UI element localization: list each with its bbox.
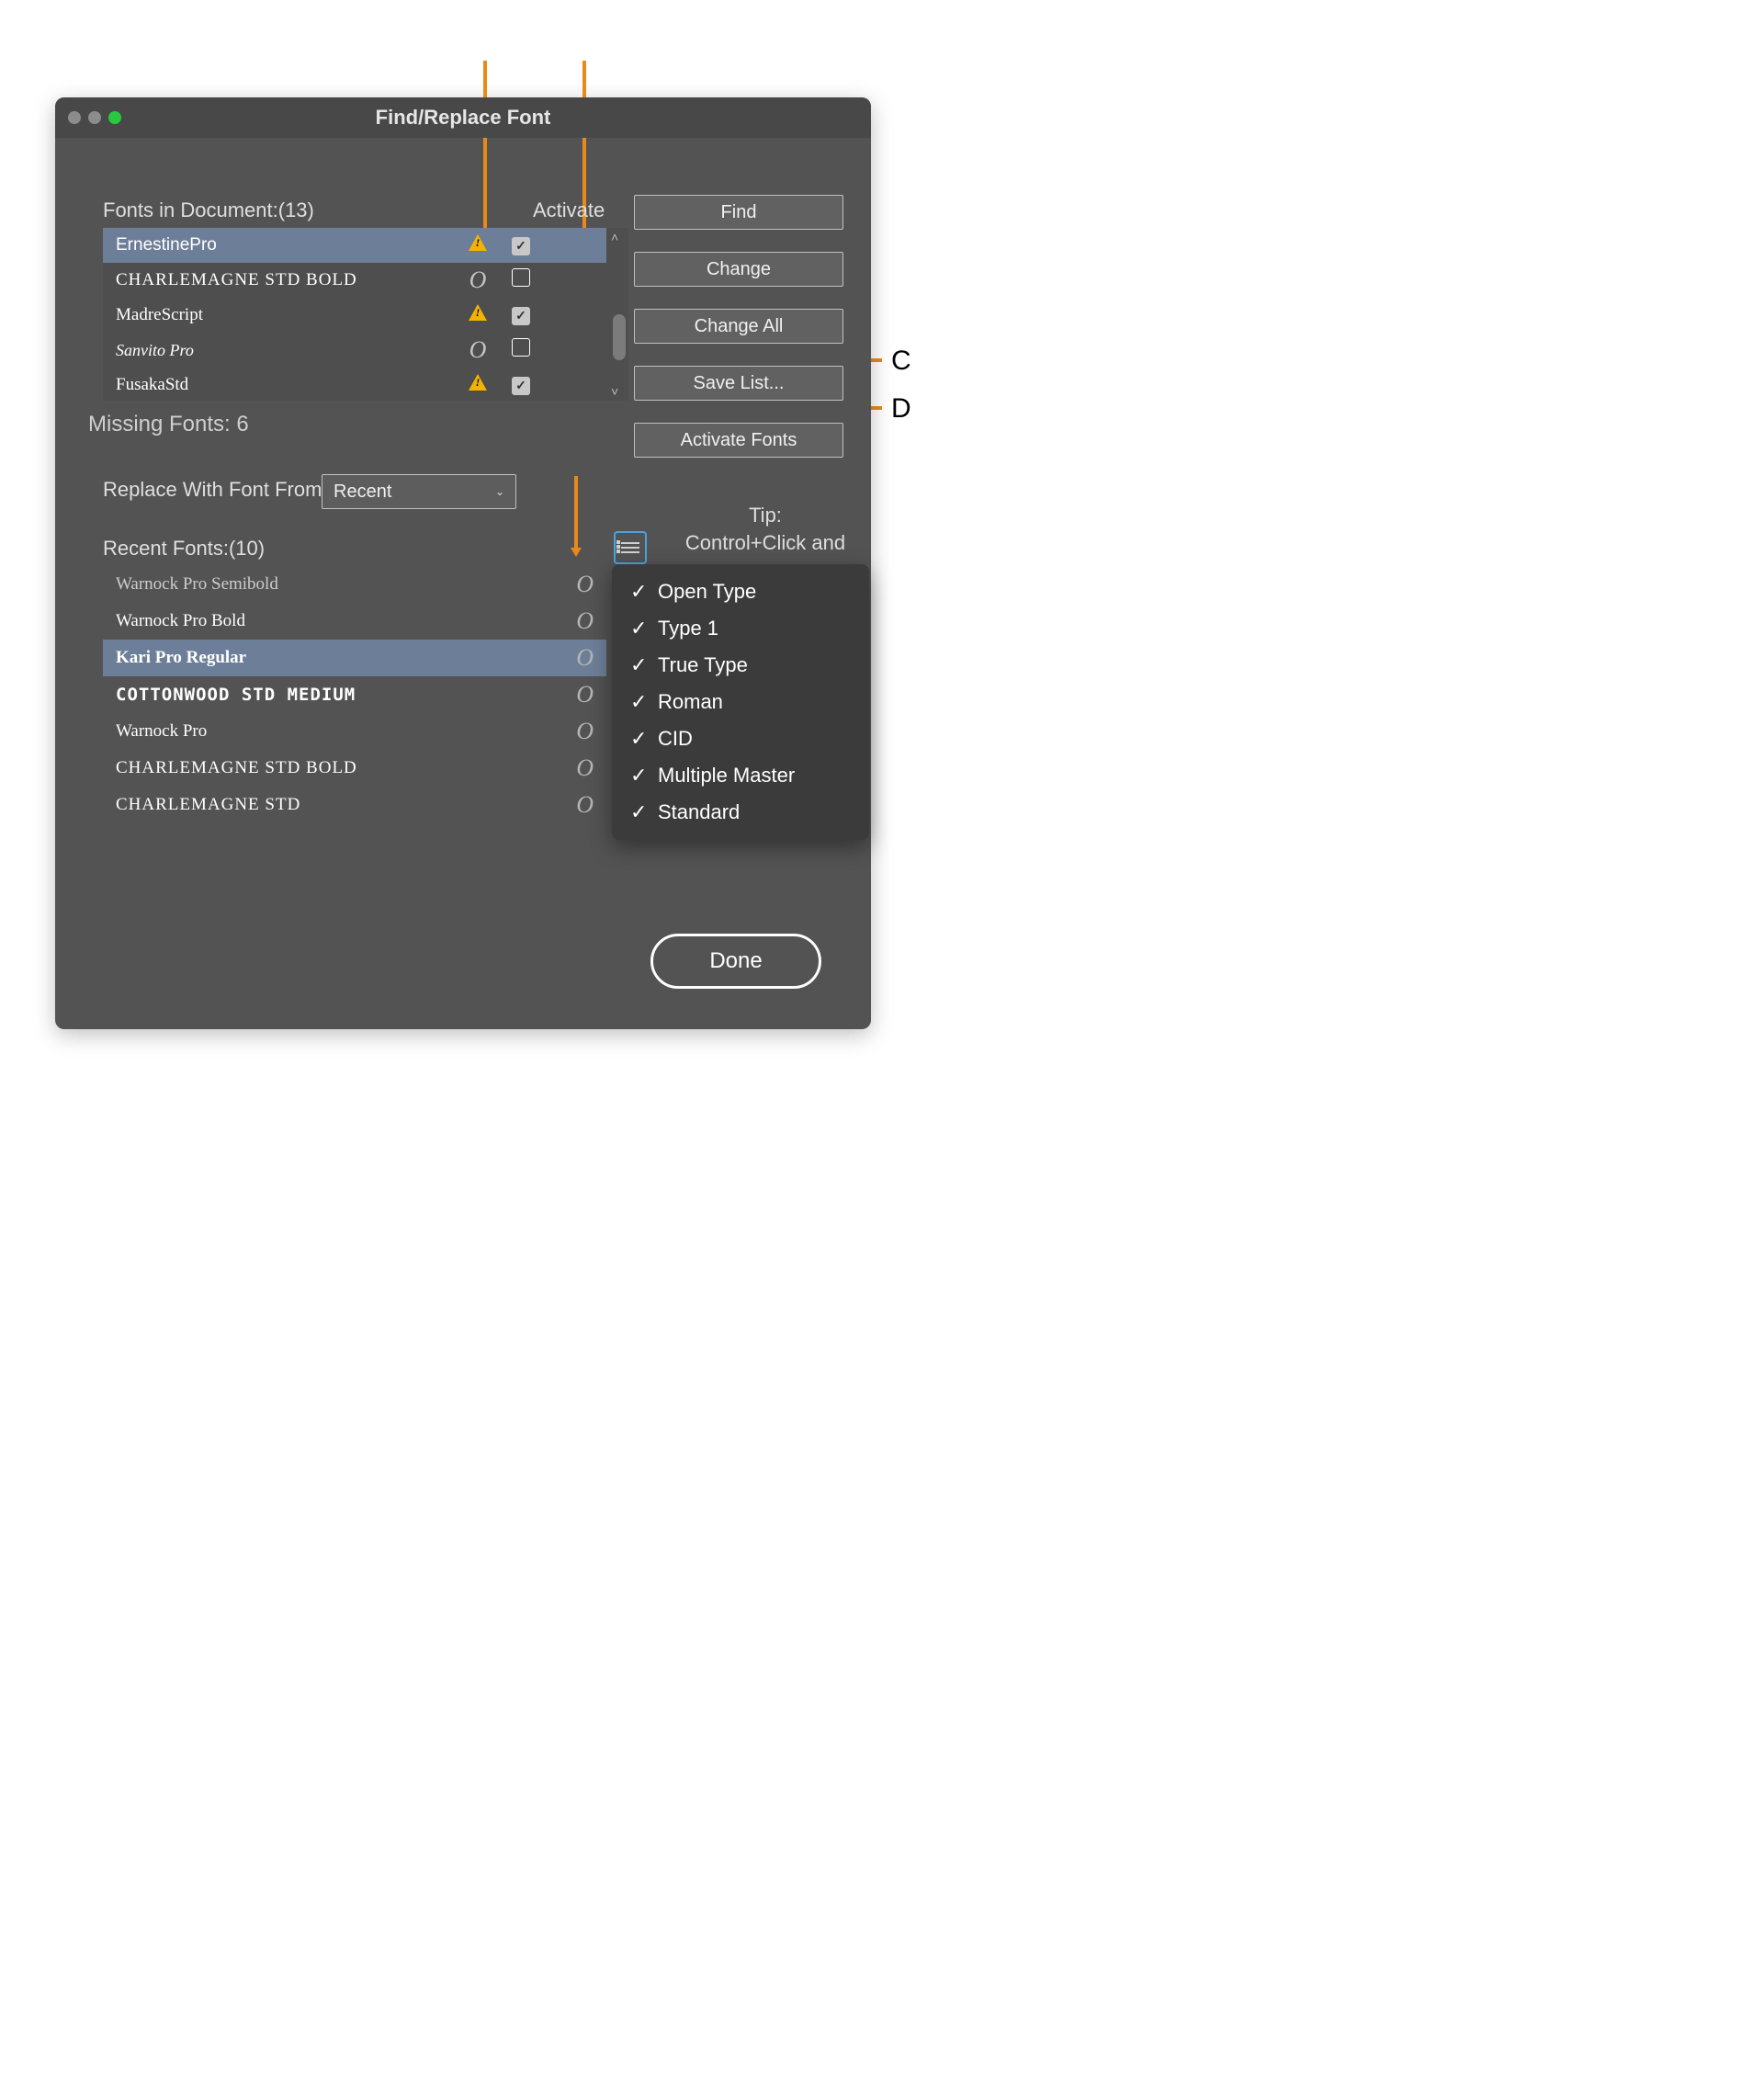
font-type-icon — [458, 301, 498, 329]
select-value: Recent — [334, 482, 391, 503]
filter-menu-label: CID — [658, 727, 693, 751]
activate-checkbox[interactable] — [512, 307, 530, 325]
filter-menu-item[interactable]: ✓ Standard — [612, 794, 869, 831]
check-icon: ✓ — [630, 800, 647, 824]
activate-fonts-button[interactable]: Activate Fonts — [634, 423, 843, 458]
filter-menu-item[interactable]: ✓ Type 1 — [612, 610, 869, 647]
check-icon: ✓ — [630, 653, 647, 677]
font-row[interactable]: Sanvito ProO — [103, 333, 628, 368]
font-row[interactable]: MadreScript — [103, 298, 628, 333]
font-type-icon — [458, 232, 498, 259]
filter-list-icon[interactable] — [614, 531, 647, 564]
check-icon: ✓ — [630, 617, 647, 640]
warning-icon — [469, 374, 487, 392]
font-name: CHARLEMAGNE STD — [116, 795, 576, 815]
filter-menu-item[interactable]: ✓ Roman — [612, 684, 869, 720]
recent-font-row[interactable]: Warnock Pro BoldO — [103, 603, 606, 640]
font-type-icon: O — [458, 336, 498, 364]
recent-fonts-list[interactable]: Warnock Pro SemiboldOWarnock Pro BoldOKa… — [103, 566, 606, 823]
filter-menu-label: Roman — [658, 690, 723, 714]
callout-line-a — [483, 61, 487, 244]
callout-line-d-v — [574, 476, 578, 550]
minimize-window-icon[interactable] — [88, 111, 101, 124]
activate-checkbox[interactable] — [512, 268, 530, 287]
change-button[interactable]: Change — [634, 252, 843, 287]
window-title: Find/Replace Font — [55, 106, 871, 130]
recent-font-row[interactable]: Warnock ProO — [103, 713, 606, 750]
recent-font-row[interactable]: CHARLEMAGNE STD BOLDO — [103, 750, 606, 787]
filter-menu-item[interactable]: ✓ Open Type — [612, 573, 869, 610]
scroll-up-icon[interactable]: ˄ — [611, 230, 618, 244]
font-type-icon: O — [576, 607, 594, 635]
scroll-thumb[interactable] — [613, 314, 626, 360]
font-name: COTTONWOOD STD MEDIUM — [116, 685, 576, 705]
font-row[interactable]: CHARLEMAGNE STD BOLDO — [103, 263, 628, 298]
tip-text: Tip: Control+Click and — [658, 502, 873, 556]
font-name: ErnestinePro — [116, 235, 458, 255]
warning-icon — [469, 304, 487, 323]
font-type-icon: O — [576, 571, 594, 598]
check-icon: ✓ — [630, 764, 647, 788]
font-name: Warnock Pro Bold — [116, 611, 576, 631]
filter-menu-label: Standard — [658, 800, 740, 824]
replace-with-label: Replace With Font From: — [103, 478, 328, 502]
filter-menu-label: Open Type — [658, 580, 756, 604]
check-icon: ✓ — [630, 690, 647, 714]
font-type-icon — [458, 371, 498, 399]
font-type-icon: O — [576, 718, 594, 745]
title-bar: Find/Replace Font — [55, 97, 871, 138]
warning-icon — [469, 234, 487, 253]
activate-checkbox[interactable] — [512, 338, 530, 357]
scrollbar[interactable]: ˄˅ — [606, 228, 628, 401]
scroll-down-icon[interactable]: ˅ — [611, 384, 618, 399]
recent-font-row[interactable]: Kari Pro RegularO — [103, 640, 606, 676]
font-name: MadreScript — [116, 305, 458, 325]
activate-checkbox[interactable] — [512, 377, 530, 395]
filter-menu-item[interactable]: ✓ Multiple Master — [612, 757, 869, 794]
recent-font-row[interactable]: Warnock Pro SemiboldO — [103, 566, 606, 603]
font-name: Kari Pro Regular — [116, 648, 576, 668]
font-type-filter-menu[interactable]: ✓ Open Type ✓ Type 1 ✓ True Type ✓ Roman ✓ CID ✓ Mu… — [612, 564, 869, 840]
filter-menu-item[interactable]: ✓ True Type — [612, 647, 869, 684]
recent-fonts-label: Recent Fonts:(10) — [103, 537, 265, 561]
missing-fonts-label: Missing Fonts: 6 — [88, 412, 249, 437]
check-icon: ✓ — [630, 580, 647, 604]
find-button[interactable]: Find — [634, 195, 843, 230]
save-list-button[interactable]: Save List... — [634, 366, 843, 401]
filter-menu-item[interactable]: ✓ CID — [612, 720, 869, 757]
font-type-icon: O — [576, 754, 594, 782]
filter-menu-label: Multiple Master — [658, 764, 795, 788]
font-name: CHARLEMAGNE STD BOLD — [116, 758, 576, 778]
callout-label-c: C — [891, 346, 911, 377]
change-all-button[interactable]: Change All — [634, 309, 843, 344]
replace-source-select[interactable]: Recent ⌄ — [322, 474, 516, 509]
fonts-in-document-label: Fonts in Document:(13) — [103, 198, 314, 222]
font-name: Sanvito Pro — [116, 341, 458, 360]
callout-label-d: D — [891, 393, 911, 425]
font-name: Warnock Pro Semibold — [116, 574, 576, 595]
activate-column-label: Activate — [533, 198, 605, 222]
close-window-icon[interactable] — [68, 111, 81, 124]
activate-checkbox[interactable] — [512, 237, 530, 255]
chevron-down-icon: ⌄ — [495, 485, 504, 498]
maximize-window-icon[interactable] — [108, 111, 121, 124]
font-type-icon: O — [458, 266, 498, 294]
recent-font-row[interactable]: CHARLEMAGNE STDO — [103, 787, 606, 823]
window-controls — [68, 111, 121, 124]
filter-menu-label: True Type — [658, 653, 748, 677]
find-replace-font-dialog: Find/Replace Font Fonts in Document:(13)… — [55, 97, 871, 1029]
font-type-icon: O — [576, 644, 594, 672]
font-type-icon: O — [576, 791, 594, 819]
font-type-icon: O — [576, 681, 594, 708]
font-row[interactable]: ErnestinePro — [103, 228, 628, 263]
font-name: FusakaStd — [116, 375, 458, 395]
document-fonts-list[interactable]: ErnestineProCHARLEMAGNE STD BOLDOMadreSc… — [103, 228, 628, 401]
check-icon: ✓ — [630, 727, 647, 751]
font-name: CHARLEMAGNE STD BOLD — [116, 270, 458, 290]
filter-menu-label: Type 1 — [658, 617, 718, 640]
font-row[interactable]: FusakaStd — [103, 368, 628, 401]
done-button[interactable]: Done — [650, 934, 821, 989]
recent-font-row[interactable]: COTTONWOOD STD MEDIUMO — [103, 676, 606, 713]
font-name: Warnock Pro — [116, 721, 576, 742]
